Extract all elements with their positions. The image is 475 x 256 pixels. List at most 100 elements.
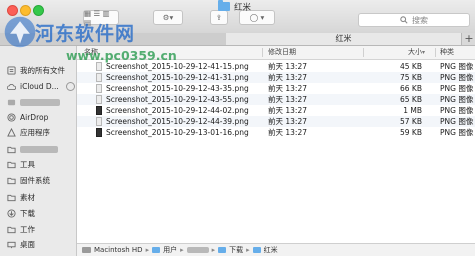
file-date: 前天 13:27 (268, 73, 307, 82)
redacted-label (20, 146, 58, 153)
sort-chevron-icon: ▾ (422, 49, 426, 56)
tag-icon: ◯ ▾ (249, 13, 265, 22)
sidebar-item-device[interactable] (0, 96, 76, 109)
table-row[interactable]: Screenshot_2015-10-29-12-43-55.png 前天 13… (77, 94, 475, 105)
file-kind: PNG 图像 (440, 95, 474, 104)
sidebar-item-firmware[interactable]: 固件系统 (0, 174, 76, 187)
zoom-window-button[interactable] (33, 5, 44, 16)
file-name: Screenshot_2015-10-29-12-41-15.png (106, 62, 249, 71)
file-kind: PNG 图像 (440, 62, 474, 71)
file-kind: PNG 图像 (440, 128, 474, 137)
file-kind: PNG 图像 (440, 84, 474, 93)
file-kind: PNG 图像 (440, 117, 474, 126)
table-row[interactable]: Screenshot_2015-10-29-12-44-02.png 前天 13… (77, 105, 475, 116)
device-icon (7, 98, 16, 107)
window-title-text: 红米 (234, 2, 252, 13)
table-row[interactable]: Screenshot_2015-10-29-12-41-15.png 前天 13… (77, 61, 475, 72)
hard-disk-icon (82, 247, 91, 253)
sidebar-item-work[interactable]: 工作 (0, 223, 76, 236)
redacted-label (20, 99, 60, 106)
add-tab-button[interactable]: + (461, 33, 475, 45)
minimize-window-button[interactable] (20, 5, 31, 16)
file-size: 66 KB (400, 84, 422, 93)
all-files-icon (7, 66, 16, 75)
file-size: 65 KB (400, 95, 422, 104)
sidebar-item-applications[interactable]: 应用程序 (0, 126, 76, 139)
sidebar-item-label: 应用程序 (20, 128, 50, 137)
window-title: 红米 (218, 0, 251, 13)
file-list-pane: 名称 修改日期 大小 ▾ 种类 Screenshot_2015-10-29-12… (77, 46, 475, 256)
column-kind[interactable]: 种类 (440, 46, 454, 59)
sidebar-item-label: AirDrop (20, 113, 49, 122)
tab-hongmi[interactable]: 红米 (226, 33, 461, 45)
sidebar-item-downloads[interactable]: 下载 (0, 207, 76, 220)
file-date: 前天 13:27 (268, 117, 307, 126)
path-segment-downloads[interactable]: 下载 (229, 245, 243, 255)
png-file-icon (96, 73, 102, 82)
folder-icon (7, 225, 16, 234)
file-name: Screenshot_2015-10-29-12-41-31.png (106, 73, 249, 82)
gear-icon: ⚙▾ (162, 13, 174, 22)
desktop-icon (7, 240, 16, 249)
sidebar-item-desktop[interactable]: 桌面 (0, 238, 76, 251)
view-mode-segment[interactable]: ▦ ☰ ▥ ▤ (83, 9, 119, 27)
sidebar-item-materials[interactable]: 素材 (0, 191, 76, 204)
path-separator: ▸ (180, 246, 184, 254)
file-size: 59 KB (400, 128, 422, 137)
sidebar-item-redacted[interactable] (0, 143, 76, 156)
arrange-button[interactable]: ⚙▾ (153, 10, 183, 25)
folder-icon (218, 247, 227, 253)
file-date: 前天 13:27 (268, 84, 307, 93)
png-file-icon (96, 117, 102, 126)
table-row[interactable]: Screenshot_2015-10-29-12-43-35.png 前天 13… (77, 83, 475, 94)
file-name: Screenshot_2015-10-29-12-43-55.png (106, 95, 249, 104)
search-input[interactable]: 搜索 (358, 13, 470, 27)
column-name[interactable]: 名称 (84, 46, 98, 59)
column-divider[interactable] (435, 48, 436, 57)
close-window-button[interactable] (7, 5, 18, 16)
file-date: 前天 13:27 (268, 128, 307, 137)
sidebar-item-label: iCloud D... (20, 82, 59, 91)
folder-icon (7, 176, 16, 185)
sidebar-item-label: 工具 (20, 160, 35, 169)
airdrop-icon (7, 113, 16, 122)
sidebar-item-label: 桌面 (20, 240, 35, 249)
column-divider[interactable] (262, 48, 263, 57)
table-row[interactable]: Screenshot_2015-10-29-13-01-16.png 前天 13… (77, 127, 475, 138)
file-size: 1 MB (403, 106, 422, 115)
sidebar-item-label: 固件系统 (20, 176, 50, 185)
column-header: 名称 修改日期 大小 ▾ 种类 (77, 46, 475, 60)
path-segment-user[interactable] (186, 247, 209, 253)
table-row[interactable]: Screenshot_2015-10-29-12-44-39.png 前天 13… (77, 116, 475, 127)
sidebar: 我的所有文件 iCloud D... AirDrop 应用程序 工具 固件系统 … (0, 46, 77, 256)
sidebar-item-tools[interactable]: 工具 (0, 158, 76, 171)
file-date: 前天 13:27 (268, 95, 307, 104)
folder-icon (7, 193, 16, 202)
png-file-icon (96, 84, 102, 93)
path-segment-users[interactable]: 用户 (163, 245, 177, 255)
sidebar-item-airdrop[interactable]: AirDrop (0, 111, 76, 124)
sidebar-item-icloud[interactable]: iCloud D... (0, 80, 76, 93)
column-divider[interactable] (363, 48, 364, 57)
file-kind: PNG 图像 (440, 73, 474, 82)
path-separator: ▸ (145, 246, 150, 254)
table-row[interactable]: Screenshot_2015-10-29-12-41-31.png 前天 13… (77, 72, 475, 83)
folder-icon (152, 247, 161, 253)
png-file-icon (96, 62, 102, 71)
file-date: 前天 13:27 (268, 106, 307, 115)
column-date[interactable]: 修改日期 (268, 46, 296, 59)
tab-inactive[interactable] (0, 33, 227, 45)
file-size: 45 KB (400, 62, 422, 71)
search-placeholder: 搜索 (412, 15, 428, 25)
sidebar-item-all-files[interactable]: 我的所有文件 (0, 64, 76, 77)
file-name: Screenshot_2015-10-29-12-44-02.png (106, 106, 249, 115)
png-file-icon (96, 128, 102, 137)
path-segment-disk[interactable]: Macintosh HD (94, 246, 143, 254)
column-size[interactable]: 大小 (408, 46, 422, 59)
file-name: Screenshot_2015-10-29-12-43-35.png (106, 84, 249, 93)
path-segment-hongmi[interactable]: 红米 (264, 245, 278, 255)
file-name: Screenshot_2015-10-29-13-01-16.png (106, 128, 249, 137)
folder-icon (218, 0, 230, 11)
sidebar-item-label: 素材 (20, 193, 35, 202)
file-date: 前天 13:27 (268, 62, 307, 71)
